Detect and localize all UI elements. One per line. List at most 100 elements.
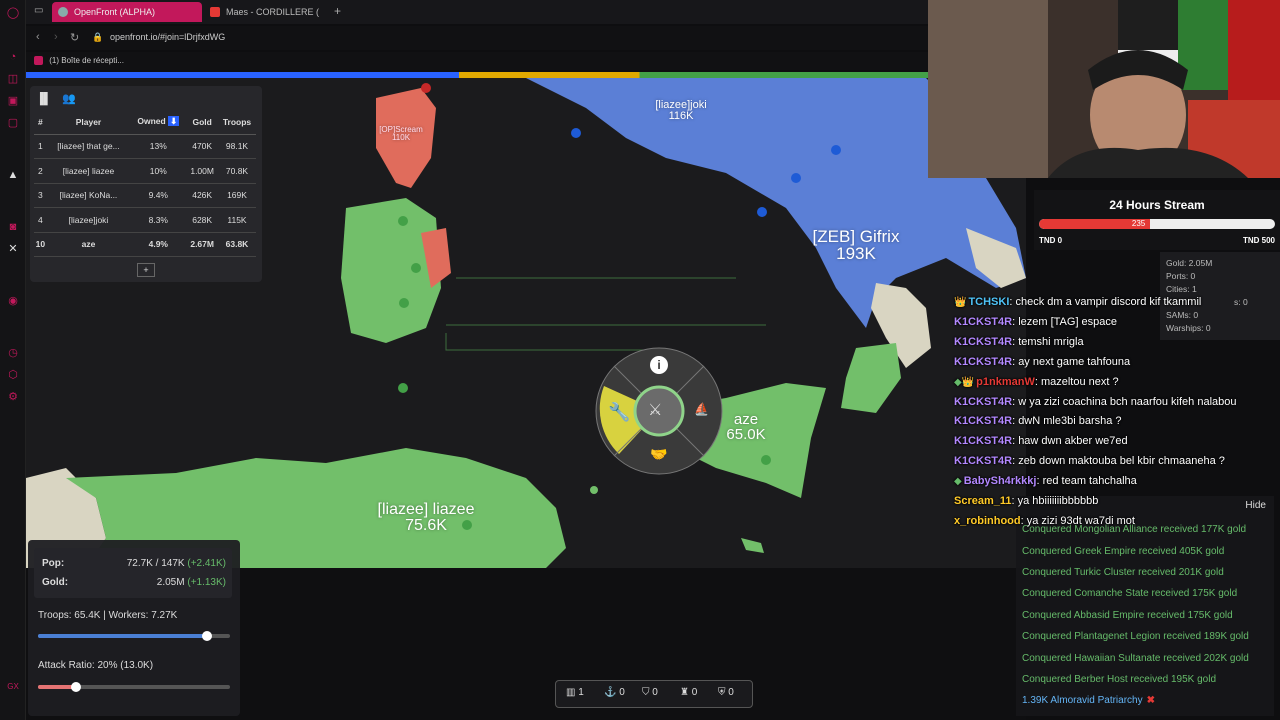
- team-icon[interactable]: 👥: [62, 92, 76, 105]
- chat-username[interactable]: BabySh4rkkkj: [964, 475, 1037, 487]
- forward-icon[interactable]: ›: [54, 31, 58, 43]
- leaderboard-chart-icon[interactable]: ▐▌: [36, 93, 52, 105]
- chat-username[interactable]: K1CKST4R: [954, 336, 1012, 348]
- cell-player: aze: [46, 232, 131, 257]
- leaderboard-table: # Player Owned ⬇ Gold Troops 1 [liazee] …: [34, 110, 256, 257]
- gold-label: Gold:: [42, 577, 69, 588]
- player-name: [ZEB] Gifrix: [812, 227, 900, 246]
- player-troops: 65.0K: [726, 426, 766, 443]
- sidebar-gx-icon[interactable]: GX: [6, 680, 20, 694]
- sidebar-messenger-icon[interactable]: ▢: [6, 116, 20, 130]
- chat-username[interactable]: Scream_11: [954, 495, 1012, 507]
- attack-slider-knob[interactable]: [71, 682, 82, 692]
- info-icon[interactable]: i: [650, 356, 668, 374]
- chat-username[interactable]: K1CKST4R: [954, 396, 1012, 408]
- sword-icon[interactable]: ⚔: [648, 400, 662, 420]
- chat-message: K1CKST4R: lezem [TAG] espace: [954, 316, 1117, 334]
- chat-username[interactable]: p1nkmanW: [976, 376, 1035, 388]
- chat-username[interactable]: K1CKST4R: [954, 316, 1012, 328]
- chat-username[interactable]: K1CKST4R: [954, 415, 1012, 427]
- chat-username[interactable]: K1CKST4R: [954, 356, 1012, 368]
- table-row[interactable]: 1 [liazee] that ge... 13% 470K 98.1K: [34, 134, 256, 159]
- event-item-last: 1.39K Almoravid Patriarchy ✖: [1022, 695, 1155, 706]
- troops-slider[interactable]: [38, 631, 230, 641]
- sidebar-aria-icon[interactable]: ▲: [6, 168, 20, 182]
- chat-username[interactable]: K1CKST4R: [954, 455, 1012, 467]
- missile-silo-count[interactable]: ♜ 0: [680, 687, 697, 698]
- pop-row: Pop: 72.7K / 147K (+2.41K): [42, 558, 226, 572]
- chat-message: Scream_11: ya hbiiiiiiibbbbbb: [954, 495, 1098, 513]
- port-count[interactable]: ⚓ 0: [604, 687, 625, 698]
- radial-menu[interactable]: i 🔧 ⚔ 🤝 ⛵: [594, 346, 724, 476]
- sidebar-twitch-icon[interactable]: ◙: [6, 220, 20, 234]
- close-icon[interactable]: ✖: [1147, 695, 1155, 706]
- sidebar-settings-icon[interactable]: ⚙: [6, 390, 20, 404]
- player-troops: 116K: [668, 110, 694, 122]
- chat-username[interactable]: x_robinhood: [954, 515, 1021, 527]
- chat-text: : lezem [TAG] espace: [1012, 315, 1118, 328]
- cell-player: [liazee] liazee: [46, 158, 131, 184]
- player-name: [liazee] liazee: [377, 501, 475, 518]
- cell-owned: 8.3%: [130, 207, 187, 233]
- sidebar-instagram-icon[interactable]: ▣: [6, 94, 20, 108]
- gem-crown-badge-icon: ◆👑: [954, 376, 975, 388]
- sidebar-extensions-icon[interactable]: ⬡: [6, 368, 20, 382]
- troops-workers-label: Troops: 65.4K | Workers: 7.27K: [38, 610, 178, 621]
- stream-goal-widget: 24 Hours Stream 235 TND 0 TND 500: [1034, 190, 1280, 250]
- event-item: Conquered Greek Empire received 405K gol…: [1022, 546, 1225, 557]
- cell-player: [liazee] KoNa...: [46, 183, 131, 208]
- hide-events-button[interactable]: Hide: [1245, 500, 1266, 511]
- attack-ratio-slider[interactable]: [38, 682, 230, 692]
- gem-badge-icon: ◆: [954, 476, 962, 488]
- sidebar-bag-icon[interactable]: ◫: [6, 72, 20, 86]
- troops-slider-knob[interactable]: [201, 631, 212, 641]
- chat-username[interactable]: K1CKST4R: [954, 435, 1012, 447]
- chat-text: : ya zizi 93dt wa7di mot: [1020, 514, 1135, 527]
- back-icon[interactable]: ‹: [36, 31, 40, 43]
- info-ports: Ports: 0: [1166, 271, 1196, 281]
- cell-player: [liazee]joki: [46, 207, 131, 233]
- map-label-liazee: [liazee] liazee 75.6K: [356, 502, 496, 534]
- sidebar-history-icon[interactable]: ◷: [6, 346, 20, 360]
- attack-ratio-label: Attack Ratio: 20% (13.0K): [38, 660, 154, 671]
- tab-label: Maes - CORDILLERE (: [226, 7, 320, 17]
- chat-text: : dwN mle3bi barsha ?: [1012, 415, 1122, 428]
- tab-openfront[interactable]: OpenFront (ALPHA): [52, 2, 202, 22]
- pop-delta: (+2.41K): [187, 558, 226, 569]
- tab-list-icon[interactable]: ▭: [34, 5, 43, 16]
- unit-count-bar: ▥ 1 ⚓ 0 ⛉ 0 ♜ 0 ⛨ 0: [555, 680, 753, 708]
- sidebar-app-icon[interactable]: ◔: [6, 50, 20, 64]
- handshake-icon[interactable]: 🤝: [650, 446, 667, 463]
- opera-logo-icon[interactable]: ◯: [6, 6, 20, 20]
- event-item: Conquered Hawaiian Sultanate received 20…: [1022, 653, 1249, 664]
- new-tab-button[interactable]: +: [334, 4, 341, 18]
- sidebar-player-icon[interactable]: ◉: [6, 294, 20, 308]
- chat-username[interactable]: TCHSKI: [968, 296, 1009, 308]
- cell-rank: 1: [34, 134, 47, 159]
- player-troops: 193K: [836, 244, 876, 263]
- event-item: Conquered Turkic Cluster received 201K g…: [1022, 567, 1224, 578]
- table-row[interactable]: 2 [liazee] liazee 10% 1.00M 70.8K: [34, 158, 256, 184]
- col-owned[interactable]: Owned ⬇: [130, 110, 187, 135]
- boat-icon[interactable]: ⛵: [694, 402, 709, 416]
- expand-leaderboard-button[interactable]: +: [137, 263, 155, 277]
- island: [590, 486, 598, 494]
- table-row[interactable]: 4 [liazee]joki 8.3% 628K 115K: [34, 207, 256, 233]
- event-item: Conquered Abbasid Empire received 175K g…: [1022, 610, 1233, 621]
- wrench-icon[interactable]: 🔧: [608, 402, 630, 423]
- url-text[interactable]: openfront.io/#join=lDrjfxdWG: [110, 32, 225, 42]
- browser-sidebar: ◯ ◔ ◫ ▣ ▢ ▲ ◙ ✕ ◉ ◷ ⬡ ⚙ GX: [0, 0, 26, 720]
- city-count[interactable]: ▥ 1: [566, 687, 584, 698]
- table-row-self[interactable]: 10 aze 4.9% 2.67M 63.8K: [34, 232, 256, 257]
- sam-launcher-count[interactable]: ⛨ 0: [718, 687, 734, 698]
- bookmark-inbox[interactable]: (1) Boîte de récepti...: [49, 56, 124, 65]
- pop-label: Pop:: [42, 558, 65, 569]
- reload-icon[interactable]: ↻: [70, 31, 79, 44]
- defense-post-count[interactable]: ⛉ 0: [642, 687, 658, 698]
- sidebar-x-icon[interactable]: ✕: [6, 242, 20, 256]
- table-row[interactable]: 3 [liazee] KoNa... 9.4% 426K 169K: [34, 183, 256, 208]
- cell-gold: 1.00M: [186, 158, 218, 184]
- stream-goal-bar: 235: [1039, 219, 1275, 229]
- sort-icon: ⬇: [168, 116, 180, 127]
- tab-youtube[interactable]: Maes - CORDILLERE (: [204, 2, 324, 22]
